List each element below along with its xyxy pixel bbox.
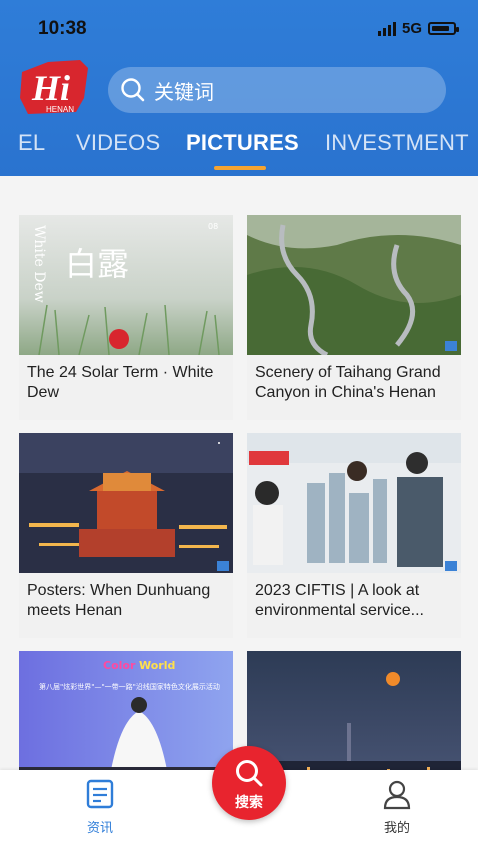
picture-card[interactable]: Scenery of Taihang Grand Canyon in China… — [247, 215, 461, 420]
svg-text:白露: 白露 — [65, 245, 129, 283]
active-tab-indicator — [214, 166, 266, 170]
card-image: Color World 第八届"炫彩世界"—"一带一路"沿线国家特色文化展示活动 — [19, 651, 233, 770]
picture-card[interactable]: Posters: When Dunhuang meets Henan — [19, 433, 233, 638]
search-fab-button[interactable]: 搜索 — [212, 746, 286, 820]
status-icons: 5G — [377, 20, 459, 37]
search-placeholder: 关键词 — [154, 81, 214, 104]
card-image: 白露 08 White Dew — [19, 215, 233, 355]
network-label: 5G — [401, 20, 422, 37]
card-title: 2023 CIFTIS | A look at environmental se… — [255, 582, 424, 619]
tab-videos[interactable]: VIDEOS — [76, 130, 160, 156]
search-fab-icon — [236, 760, 263, 787]
pictures-grid: 白露 08 White Dew The 24 Solar Term · Whit… — [0, 176, 478, 770]
signal-icon — [377, 21, 396, 36]
search-fab-label: 搜索 — [235, 794, 263, 810]
card-image — [247, 215, 461, 355]
logo-text: Hi — [31, 68, 70, 108]
card-title: Scenery of Taihang Grand Canyon in China… — [255, 364, 441, 401]
picture-card[interactable]: 白露 08 White Dew The 24 Solar Term · Whit… — [19, 215, 233, 420]
svg-text:08: 08 — [208, 222, 218, 231]
news-icon — [86, 779, 114, 809]
status-bar: 10:38 5G — [0, 0, 478, 56]
picture-card[interactable]: 2023 CIFTIS | A look at environmental se… — [247, 433, 461, 638]
svg-text:White Dew: White Dew — [31, 225, 47, 303]
search-bar[interactable]: 关键词 — [108, 67, 446, 113]
nav-mine[interactable]: 我的 — [367, 778, 427, 836]
card-image — [19, 433, 233, 573]
tab-investment[interactable]: INVESTMENT — [325, 130, 469, 156]
card-title: The 24 Solar Term · White Dew — [27, 364, 214, 401]
nav-mine-label: 我的 — [383, 820, 410, 835]
nav-news-label: 资讯 — [86, 820, 113, 835]
logo-sub: HENAN — [46, 105, 74, 114]
svg-text:World: World — [139, 659, 175, 672]
tab-pictures[interactable]: PICTURES — [186, 130, 299, 156]
svg-text:Color: Color — [103, 659, 136, 672]
picture-card[interactable] — [247, 651, 461, 770]
battery-icon — [428, 22, 459, 35]
search-icon — [121, 78, 145, 102]
tab-el[interactable]: EL — [18, 130, 45, 156]
status-time: 10:38 — [38, 18, 87, 39]
hi-henan-logo[interactable]: Hi HENAN — [18, 58, 90, 116]
card-image — [247, 651, 461, 770]
card-title: Posters: When Dunhuang meets Henan — [27, 582, 211, 619]
app-header: 10:38 5G Hi HENAN 关键词 EL VIDEOS PICTURES… — [0, 0, 478, 176]
picture-card[interactable]: Color World 第八届"炫彩世界"—"一带一路"沿线国家特色文化展示活动 — [19, 651, 233, 770]
card-image — [247, 433, 461, 573]
nav-news[interactable]: 资讯 — [70, 778, 130, 836]
svg-text:第八届"炫彩世界"—"一带一路"沿线国家特色文化展示活动: 第八届"炫彩世界"—"一带一路"沿线国家特色文化展示活动 — [39, 682, 220, 691]
user-icon — [383, 780, 411, 810]
